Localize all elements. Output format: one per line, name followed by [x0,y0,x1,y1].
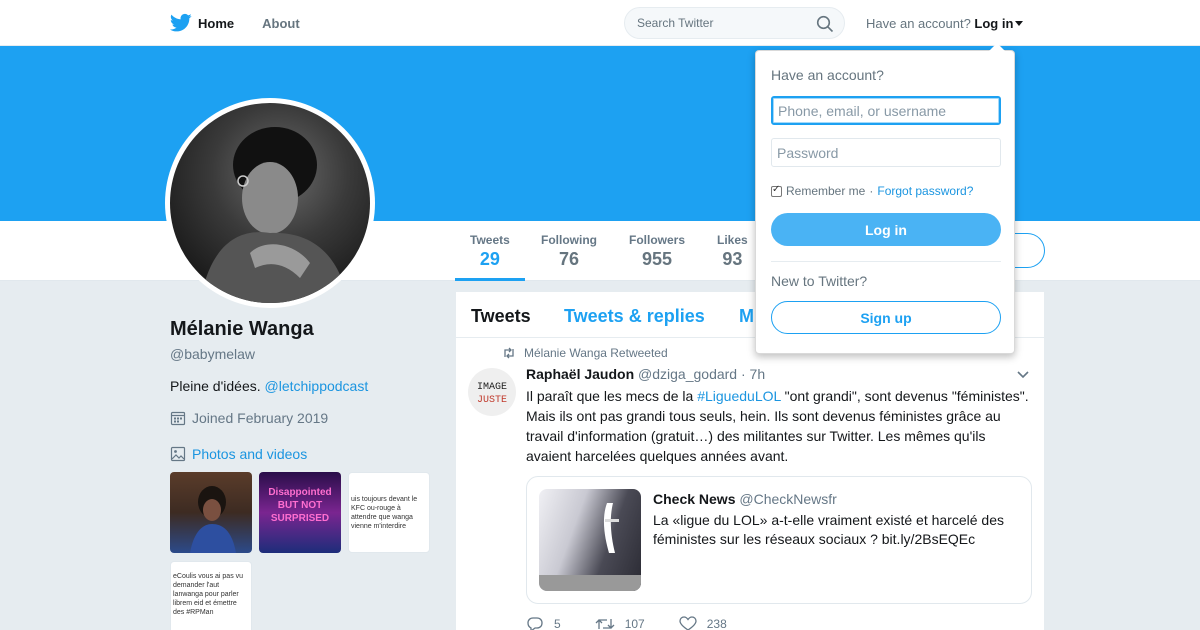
tweet-actions: 5 107 238 [526,616,761,630]
twitter-bird-icon [170,13,192,32]
signup-button[interactable]: Sign up [771,301,1001,334]
profile-bio: Pleine d'idées. @letchippodcast [170,378,368,394]
nav-about-label: About [262,15,300,31]
search-placeholder: Search Twitter [637,16,714,30]
stat-value: 93 [722,249,743,269]
top-navigation-bar: Home About Search Twitter Have an accoun… [0,0,1200,46]
remember-row: Remember me · Forgot password? [771,184,973,198]
tweet-text-before: Il paraît que les mecs de la [526,388,698,404]
tweet-header: Raphaël Jaudon @dziga_godard · 7h [526,366,765,382]
username-input[interactable] [771,96,1001,125]
stat-label: Following [541,233,597,247]
dropdown-arrow [989,43,1005,51]
retweeted-by: Mélanie Wanga Retweeted [524,346,668,360]
tab-media[interactable]: M [739,306,754,327]
card-author-handle: @CheckNewsfr [739,491,837,507]
caret-down-icon [1015,21,1024,26]
avatar-portrait-image [200,127,348,303]
profile-avatar[interactable] [165,98,375,308]
avatar-text-image: IMAGE [477,382,507,393]
nav-home-label: Home [198,15,235,31]
login-dropdown: Have an account? Remember me · Forgot pa… [755,43,1015,354]
avatar-image: IMAGE JUSTE [477,382,507,406]
dropdown-divider [771,261,1001,262]
forgot-password-link[interactable]: Forgot password? [877,184,973,198]
stat-label: Followers [629,233,686,247]
media-thumbnail[interactable] [170,472,252,553]
calendar-icon [170,411,186,426]
card-author-name: Check News [653,491,736,507]
thumbnail-image [190,486,236,553]
thumbnail-caption: uis toujours devant le KFC ou-rouge à at… [351,496,418,530]
thumbnail-caption: eCoulis vous ai pas vu demander l'aut la… [173,573,244,616]
remember-label[interactable]: Remember me [786,184,865,198]
reply-action[interactable]: 5 [526,616,561,630]
media-thumbnail[interactable]: eCoulis vous ai pas vu demander l'aut la… [170,561,252,630]
tweet-hashtag[interactable]: #LigueduLOL [697,388,781,404]
like-count: 238 [706,617,727,630]
stat-label: Likes [717,233,748,247]
login-dropdown-title: Have an account? [771,67,884,83]
bio-text: Pleine d'idées. [170,378,265,394]
retweet-action[interactable]: 107 [595,616,645,630]
tweet-author-avatar[interactable]: IMAGE JUSTE [468,368,516,416]
retweet-count: 107 [624,617,645,630]
stat-tweets[interactable]: Tweets 29 [455,233,525,281]
tweet-text: Il paraît que les mecs de la #LigueduLOL… [526,386,1032,466]
photos-label: Photos and videos [192,446,308,462]
stat-label: Tweets [470,233,510,247]
avatar-text-juste: JUSTE [477,395,507,406]
bio-link[interactable]: @letchippodcast [265,378,369,394]
profile-name[interactable]: Mélanie Wanga [170,318,314,341]
login-menu-label: Log in [974,16,1014,31]
nav-left: Home About [170,0,300,46]
image-icon [170,446,186,462]
nav-about[interactable]: About [262,16,300,31]
remember-separator: · [869,184,874,198]
password-input[interactable] [771,138,1001,167]
tweet-timestamp[interactable]: · 7h [741,366,765,382]
reply-count: 5 [554,617,561,630]
login-button[interactable]: Log in [771,213,1001,246]
photos-videos-link[interactable]: Photos and videos [170,446,307,462]
reply-icon [527,617,543,630]
search-input[interactable]: Search Twitter [624,7,845,39]
stat-value: 29 [479,249,500,269]
tab-tweets[interactable]: Tweets [471,306,531,327]
tab-tweets-replies[interactable]: Tweets & replies [564,306,705,327]
chevron-down-icon[interactable] [1016,370,1030,380]
stat-likes[interactable]: Likes 93 [717,233,748,270]
card-image [539,489,641,591]
joined-text: Joined February 2019 [192,410,329,426]
retweet-context[interactable]: Mélanie Wanga Retweeted [502,346,668,360]
new-to-twitter-text: New to Twitter? [771,273,868,289]
card-text: La «ligue du LOL» a-t-elle vraiment exis… [653,512,1004,547]
stat-following[interactable]: Following 76 [541,233,597,270]
remember-me-checkbox[interactable] [771,184,782,197]
have-account-text: Have an account? [866,16,971,31]
avatar-photo [170,103,370,303]
retweet-icon [595,619,615,629]
stat-followers[interactable]: Followers 955 [629,233,685,270]
retweet-icon [504,347,514,359]
joined-date: Joined February 2019 [170,410,328,426]
profile-handle[interactable]: @babymelaw [170,346,255,362]
media-thumbnail[interactable]: Disappointed BUT NOT SURPRISED [259,472,341,553]
tweet-author-name[interactable]: Raphaël Jaudon [526,366,634,382]
stat-value: 76 [558,249,580,269]
heart-icon [679,616,697,630]
nav-home[interactable]: Home [170,13,234,33]
thumbnail-caption: Disappointed BUT NOT SURPRISED [268,487,332,524]
tweet-author-handle[interactable]: @dziga_godard [638,366,737,382]
card-author: Check News @CheckNewsfr [653,491,837,507]
have-account-prompt: Have an account? Log in [866,16,1024,31]
like-action[interactable]: 238 [679,616,727,630]
stat-value: 955 [641,249,673,269]
search-icon[interactable] [816,15,834,33]
login-menu-toggle[interactable]: Log in [974,16,1024,31]
card-thumbnail-image [539,503,641,591]
quoted-tweet-card[interactable]: Check News @CheckNewsfr La «ligue du LOL… [526,476,1032,604]
media-thumbnail[interactable]: uis toujours devant le KFC ou-rouge à at… [348,472,430,553]
